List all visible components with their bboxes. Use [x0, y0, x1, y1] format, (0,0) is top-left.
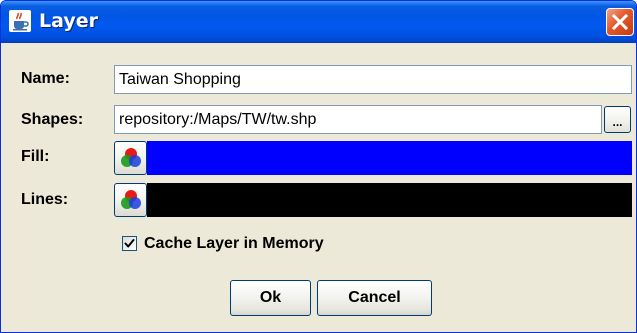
- lines-color-button[interactable]: [114, 183, 147, 217]
- cancel-button[interactable]: Cancel: [317, 280, 432, 316]
- layer-dialog: Layer Name: Taiwan Shopping Shapes: repo…: [0, 0, 637, 333]
- lines-color-swatch: [147, 183, 632, 217]
- shapes-label: Shapes:: [21, 111, 84, 128]
- rgb-circles-icon: [121, 148, 141, 167]
- lines-label: Lines:: [21, 191, 69, 208]
- title-bar[interactable]: Layer: [1, 1, 636, 43]
- cache-layer-label[interactable]: Cache Layer in Memory: [144, 235, 324, 253]
- cache-layer-checkbox[interactable]: [122, 236, 137, 251]
- ok-button[interactable]: Ok: [230, 280, 311, 316]
- close-button[interactable]: [606, 8, 634, 36]
- rgb-circles-icon: [121, 190, 141, 209]
- fill-label: Fill:: [21, 148, 50, 165]
- java-cup-icon: [9, 10, 31, 32]
- dialog-content: Name: Taiwan Shopping Shapes: repository…: [5, 43, 632, 330]
- window-title: Layer: [39, 10, 98, 32]
- shapes-field[interactable]: repository:/Maps/TW/tw.shp: [114, 105, 602, 134]
- browse-button[interactable]: ...: [604, 106, 631, 133]
- close-icon: [612, 14, 628, 30]
- name-field[interactable]: Taiwan Shopping: [114, 65, 632, 94]
- fill-color-button[interactable]: [114, 141, 147, 175]
- name-label: Name:: [21, 70, 70, 87]
- fill-color-swatch: [147, 141, 632, 175]
- checkmark-icon: [124, 239, 135, 248]
